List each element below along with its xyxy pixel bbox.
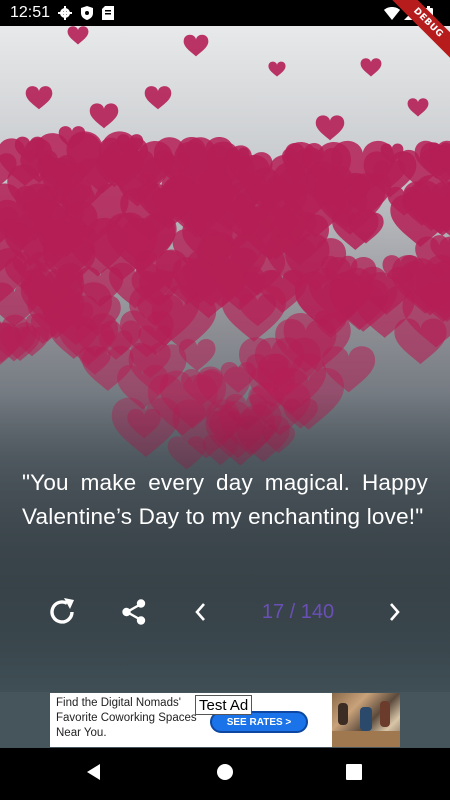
page-counter: 17 / 140 — [261, 600, 335, 623]
quote-card: "You make every day magical. Happy Valen… — [0, 26, 450, 692]
chevron-left-icon — [191, 601, 211, 623]
back-button[interactable] — [64, 748, 124, 800]
gear-icon — [58, 6, 73, 20]
test-ad-label: Test Ad — [195, 695, 253, 715]
refresh-icon — [45, 595, 79, 629]
navigation-bar — [0, 748, 450, 800]
ad-image — [332, 693, 400, 747]
share-icon — [119, 597, 149, 627]
home-button[interactable] — [195, 748, 255, 800]
chevron-right-icon — [384, 601, 404, 623]
refresh-button[interactable] — [42, 592, 82, 632]
quote-text: "You make every day magical. Happy Valen… — [22, 470, 428, 529]
ad-text: Find the Digital Nomads' Favorite Cowork… — [56, 697, 197, 739]
previous-button[interactable] — [184, 592, 218, 632]
controls-bar: 17 / 140 — [0, 592, 450, 632]
status-time: 12:51 — [10, 4, 51, 21]
shield-icon — [80, 6, 94, 20]
wifi-icon — [384, 6, 400, 20]
home-circle-icon — [216, 763, 234, 785]
sim-card-icon — [102, 6, 116, 20]
next-button[interactable] — [377, 592, 411, 632]
back-triangle-icon — [85, 763, 103, 785]
status-bar: 12:51 — [0, 0, 450, 26]
recents-button[interactable] — [324, 748, 384, 800]
recents-square-icon — [346, 764, 362, 784]
share-button[interactable] — [114, 592, 154, 632]
